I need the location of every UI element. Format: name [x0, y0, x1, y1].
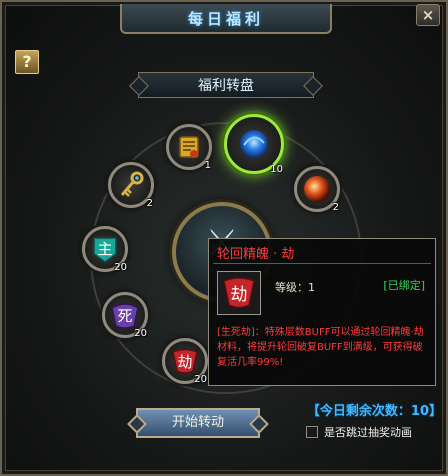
slot-count: 20: [194, 374, 207, 385]
slot-count: 10: [270, 164, 283, 175]
wheel-slot-blue-orb[interactable]: 10: [224, 114, 284, 175]
item-tooltip: 轮回精魄 · 劫 劫 等级：1 [已绑定] [生死劫]：特殊层数BUFF可以通过…: [208, 238, 436, 386]
tooltip-divider: [213, 263, 431, 264]
slot-count: 2: [332, 202, 339, 213]
fire-orb-icon: [304, 176, 330, 202]
slot-count: 2: [146, 198, 153, 209]
blue-orb-icon: [240, 130, 268, 158]
tooltip-level: 等级：1: [275, 281, 315, 294]
tooltip-item-icon: 劫: [217, 271, 261, 315]
glyph-label: 主: [97, 240, 112, 258]
glyph-badge-icon: 劫: [172, 348, 198, 374]
wheel-slot-fire-orb[interactable]: 2: [294, 166, 340, 213]
skip-animation-checkbox[interactable]: [306, 426, 318, 438]
key-icon: [120, 171, 144, 197]
slot-count: 1: [204, 160, 211, 171]
tooltip-description: [生死劫]：特殊层数BUFF可以通过轮回精魄·劫材料，将提升轮回破复BUFF到满…: [217, 327, 424, 368]
skip-animation-label: 是否跳过抽奖动画: [324, 426, 412, 439]
wheel-slot-glyph-zhu[interactable]: 主 20: [82, 226, 128, 273]
skip-animation-row[interactable]: 是否跳过抽奖动画: [306, 424, 412, 440]
wheel-slot-scroll[interactable]: 1: [166, 124, 212, 171]
tooltip-bound-status: [已绑定]: [383, 279, 425, 292]
wheel-slot-glyph-si[interactable]: 死 20: [102, 292, 148, 339]
wheel-title: 福利转盘: [138, 72, 314, 98]
window-title-bar: 每日福利: [120, 4, 332, 34]
help-button[interactable]: ?: [15, 50, 39, 74]
remaining-count: 【今日剩余次数：10】: [306, 404, 442, 419]
wheel-slot-key[interactable]: 2: [108, 162, 154, 209]
daily-welfare-window: 每日福利 × ? 福利转盘 ⚔ 1: [0, 0, 448, 476]
tooltip-title: 轮回精魄 · 劫: [217, 247, 295, 262]
scroll-icon: [179, 136, 199, 158]
wheel-slot-glyph-jie[interactable]: 劫 20: [162, 338, 208, 385]
start-spin-button[interactable]: 开始转动: [136, 408, 260, 438]
glyph-badge-icon: 劫: [223, 277, 255, 309]
window-title: 每日福利: [187, 9, 264, 28]
tooltip-icon-label: 劫: [231, 285, 248, 305]
slot-count: 20: [114, 262, 127, 273]
glyph-badge-icon: 死: [111, 303, 139, 329]
close-button[interactable]: ×: [416, 4, 440, 26]
glyph-label: 死: [117, 307, 132, 325]
glyph-label: 劫: [177, 353, 192, 371]
slot-count: 20: [134, 328, 147, 339]
glyph-badge-icon: 主: [93, 237, 117, 263]
